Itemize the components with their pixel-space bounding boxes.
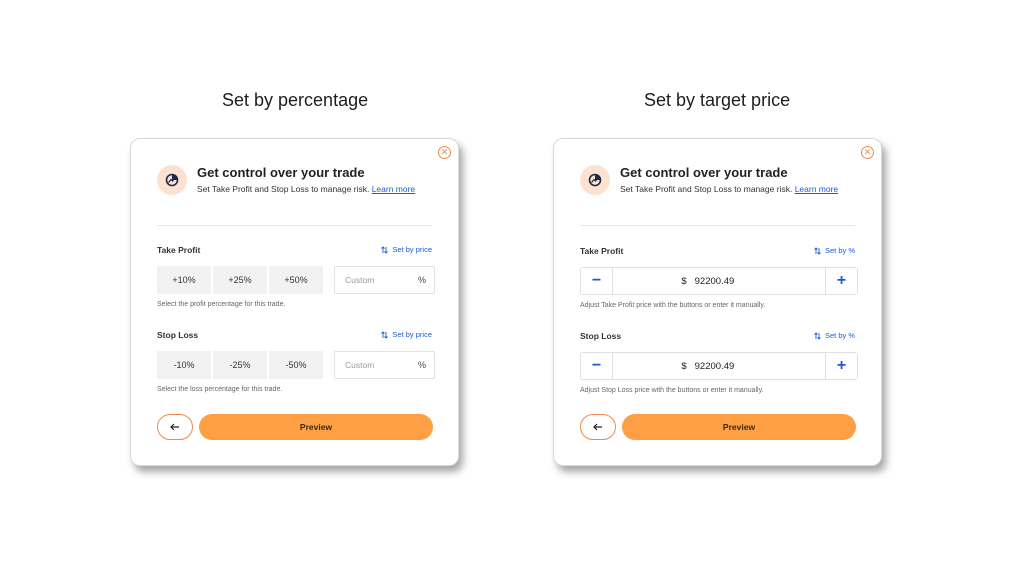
take-profit-label: Take Profit <box>580 246 624 256</box>
stop-loss-helper: Select the loss percentage for this trad… <box>157 386 283 393</box>
percent-unit: % <box>417 275 426 285</box>
section-title-target-price: Set by target price <box>644 90 791 110</box>
currency-symbol: $ <box>681 275 687 287</box>
dialog-title: Get control over your trade <box>197 165 365 180</box>
set-by-percent-label: Set by % <box>824 331 855 340</box>
stop-loss-custom-field: % <box>334 351 435 379</box>
close-icon: ✕ <box>440 147 449 157</box>
stop-loss-custom-input[interactable] <box>343 359 417 371</box>
take-profit-price-field: $ <box>613 268 825 294</box>
back-button[interactable] <box>580 414 616 440</box>
close-button[interactable]: ✕ <box>861 146 874 159</box>
take-profit-10-button[interactable]: +10% <box>157 266 211 294</box>
target-price-dialog: ✕ Get control over your trade Set Take P… <box>553 138 882 466</box>
stop-loss-10-button[interactable]: -10% <box>157 351 211 379</box>
description-text: Set Take Profit and Stop Loss to manage … <box>197 184 370 194</box>
preview-button[interactable]: Preview <box>622 414 856 440</box>
arrow-left-icon <box>170 423 179 431</box>
dialog-title: Get control over your trade <box>620 165 788 180</box>
back-button[interactable] <box>157 414 193 440</box>
stop-loss-50-button[interactable]: -50% <box>269 351 323 379</box>
learn-more-link[interactable]: Learn more <box>372 184 415 194</box>
take-profit-25-button[interactable]: +25% <box>213 266 267 294</box>
arrow-left-icon <box>593 423 602 431</box>
learn-more-link[interactable]: Learn more <box>795 184 838 194</box>
stop-loss-options: -10% -25% -50% % <box>157 351 435 379</box>
take-profit-50-button[interactable]: +50% <box>269 266 323 294</box>
header-divider <box>580 225 855 226</box>
set-by-price-label: Set by price <box>392 245 432 254</box>
take-profit-label: Take Profit <box>157 245 201 255</box>
take-profit-helper: Select the profit percentage for this tr… <box>157 301 286 308</box>
stop-loss-25-button[interactable]: -25% <box>213 351 267 379</box>
chart-gauge-icon <box>580 165 610 195</box>
swap-arrows-icon <box>814 331 821 340</box>
stop-loss-label: Stop Loss <box>580 331 622 341</box>
take-profit-label-row: Take Profit Set by price <box>157 245 432 259</box>
take-profit-increase-button[interactable]: + <box>825 268 857 294</box>
percentage-dialog: ✕ Get control over your trade Set Take P… <box>130 138 459 466</box>
stop-loss-helper: Adjust Stop Loss price with the buttons … <box>580 387 764 394</box>
swap-arrows-icon <box>381 245 389 254</box>
take-profit-label-row: Take Profit Set by % <box>580 246 855 260</box>
dialog-description: Set Take Profit and Stop Loss to manage … <box>197 183 422 196</box>
close-button[interactable]: ✕ <box>438 146 451 159</box>
chart-gauge-icon <box>157 165 187 195</box>
set-by-percent-link[interactable]: Set by % <box>814 246 855 255</box>
take-profit-price-input[interactable] <box>692 274 757 288</box>
stop-loss-price-field: $ <box>613 353 825 379</box>
take-profit-options: +10% +25% +50% % <box>157 266 435 294</box>
header-divider <box>157 225 432 226</box>
take-profit-helper: Adjust Take Profit price with the button… <box>580 302 766 309</box>
set-by-price-link[interactable]: Set by price <box>381 330 432 339</box>
description-text: Set Take Profit and Stop Loss to manage … <box>620 184 793 194</box>
stop-loss-label-row: Stop Loss Set by % <box>580 331 855 345</box>
take-profit-price-stepper: − $ + <box>580 267 858 295</box>
set-by-percent-link[interactable]: Set by % <box>814 331 855 340</box>
set-by-price-link[interactable]: Set by price <box>381 245 432 254</box>
set-by-percent-label: Set by % <box>824 246 855 255</box>
dialog-footer: Preview <box>157 414 433 440</box>
stop-loss-price-input[interactable] <box>692 359 757 373</box>
stop-loss-label-row: Stop Loss Set by price <box>157 330 432 344</box>
close-icon: ✕ <box>863 147 872 157</box>
stop-loss-increase-button[interactable]: + <box>825 353 857 379</box>
dialog-header: Get control over your trade Set Take Pro… <box>580 165 861 225</box>
swap-arrows-icon <box>381 330 389 339</box>
stop-loss-price-stepper: − $ + <box>580 352 858 380</box>
dialog-header: Get control over your trade Set Take Pro… <box>157 165 438 225</box>
take-profit-custom-input[interactable] <box>343 274 417 286</box>
take-profit-custom-field: % <box>334 266 435 294</box>
set-by-price-label: Set by price <box>392 330 432 339</box>
dialog-description: Set Take Profit and Stop Loss to manage … <box>620 183 845 196</box>
stop-loss-label: Stop Loss <box>157 330 199 340</box>
currency-symbol: $ <box>681 360 687 372</box>
preview-button[interactable]: Preview <box>199 414 433 440</box>
dialog-footer: Preview <box>580 414 856 440</box>
percent-unit: % <box>417 360 426 370</box>
section-title-percentage: Set by percentage <box>222 90 369 110</box>
swap-arrows-icon <box>814 246 821 255</box>
take-profit-decrease-button[interactable]: − <box>581 268 613 294</box>
stop-loss-decrease-button[interactable]: − <box>581 353 613 379</box>
